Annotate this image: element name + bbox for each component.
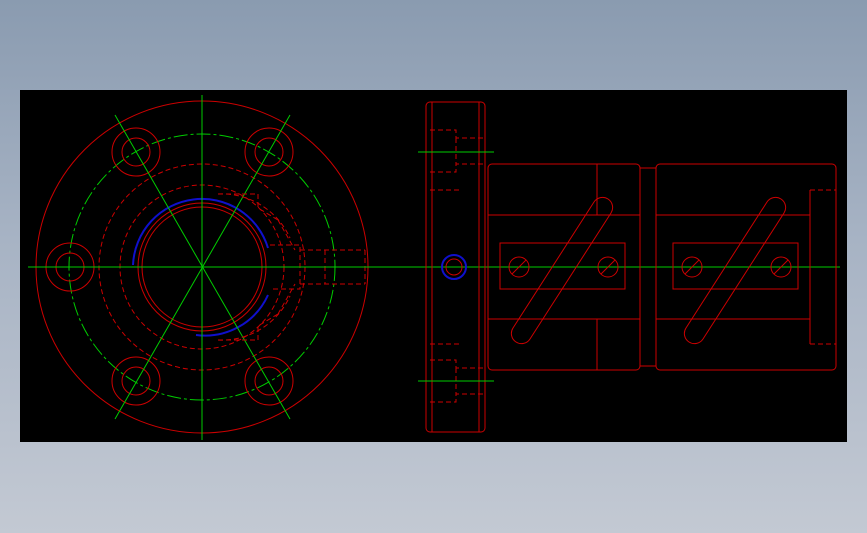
slot-right bbox=[683, 196, 787, 345]
bolt-hole-bottom-right bbox=[244, 356, 294, 406]
cad-drawing: .r { stroke:#cc0000; stroke-width:1; fil… bbox=[28, 95, 840, 440]
clamp-plate-left bbox=[499, 242, 626, 290]
cad-viewport[interactable]: .r { stroke:#cc0000; stroke-width:1; fil… bbox=[20, 90, 847, 442]
bolt-hole-bottom-left bbox=[111, 356, 161, 406]
clamp-plate-right bbox=[672, 242, 799, 290]
